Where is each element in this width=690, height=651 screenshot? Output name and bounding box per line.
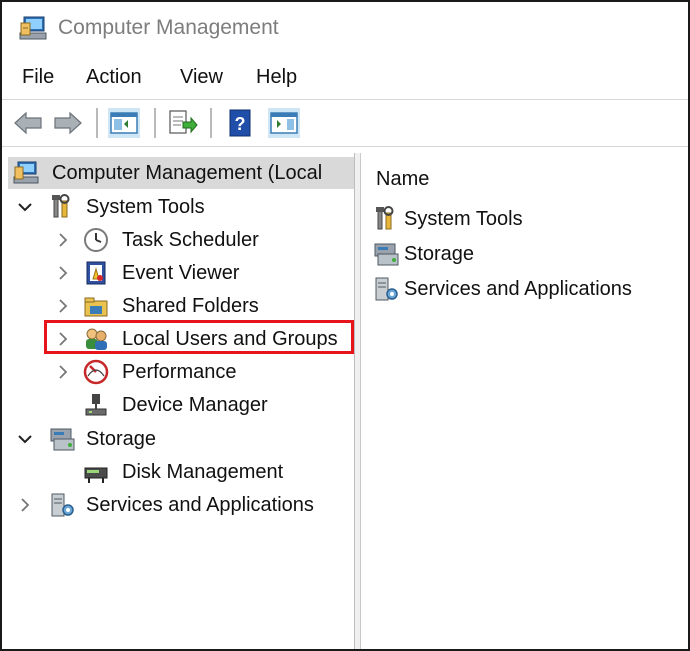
list-item-system-tools[interactable]: System Tools [372,203,682,235]
column-header-name[interactable]: Name [376,168,429,191]
tree-item-services-and-applications[interactable]: Services and Applications [2,489,354,521]
tree-item-label: Shared Folders [122,294,259,317]
tree-item-label: Services and Applications [86,493,314,516]
show-hide-action-pane-icon[interactable] [268,108,300,138]
list-item-label: Storage [404,242,475,265]
list-item-storage[interactable]: Storage [372,238,682,270]
tree-item-task-scheduler[interactable]: Task Scheduler [2,224,354,256]
results-pane: Name System Tools Storage Services and A… [362,153,688,649]
title-bar[interactable]: Computer Management [2,2,688,58]
tree-item-label: Device Manager [122,393,268,416]
show-hide-console-tree-icon[interactable] [108,108,140,138]
menu-help[interactable]: Help [256,66,297,89]
list-item-label: System Tools [404,207,523,230]
help-icon[interactable]: ? [224,108,256,138]
storage-icon [50,428,75,451]
tree-item-label: Disk Management [122,460,284,483]
menu-file[interactable]: File [22,66,54,89]
tree-root-label: Computer Management (Local [52,161,323,184]
computer-management-app-icon [19,16,47,40]
services-icon [51,493,74,517]
menu-bar: File Action View Help [2,58,688,98]
forward-arrow-icon[interactable] [52,108,84,138]
tree-item-device-manager[interactable]: Device Manager [2,389,354,421]
chevron-right-icon[interactable] [54,297,72,315]
toolbar-separator [154,108,156,138]
window-title: Computer Management [58,16,279,39]
chevron-right-icon[interactable] [16,496,34,514]
list-item-services-and-applications[interactable]: Services and Applications [372,273,682,305]
back-arrow-icon[interactable] [12,108,44,138]
toolbar-separator [96,108,98,138]
chevron-right-icon[interactable] [54,363,72,381]
disk-icon [84,467,108,483]
toolbar-separator [210,108,212,138]
tree-item-disk-management[interactable]: Disk Management [2,456,354,488]
tools-icon [376,206,394,230]
device-manager-icon [85,394,107,416]
event-viewer-icon [86,261,106,285]
tree-item-system-tools[interactable]: System Tools [2,191,354,223]
tree-item-label: Event Viewer [122,261,240,284]
chevron-down-icon[interactable] [16,430,34,448]
shared-folder-icon [84,297,108,317]
tree-item-label: Performance [122,360,237,383]
tree-item-performance[interactable]: Performance [2,356,354,388]
highlight-box-local-users-and-groups [44,320,354,354]
performance-icon [83,359,109,385]
tree-item-event-viewer[interactable]: Event Viewer [2,257,354,289]
tree-item-shared-folders[interactable]: Shared Folders [2,290,354,322]
tree-item-label: System Tools [86,195,205,218]
pane-splitter[interactable] [355,153,361,649]
services-icon [375,277,398,301]
list-item-label: Services and Applications [404,277,632,300]
svg-text:?: ? [235,114,246,134]
export-list-icon[interactable] [166,108,198,138]
tree-root-computer-management[interactable]: Computer Management (Local [8,157,354,189]
computer-management-window: Computer Management File Action View Hel… [0,0,690,651]
storage-icon [374,243,399,266]
tree-item-storage[interactable]: Storage [2,423,354,455]
chevron-right-icon[interactable] [54,231,72,249]
console-tree-pane: Computer Management (Local System Tools [2,153,355,649]
menu-view[interactable]: View [180,66,223,89]
tree-item-label: Task Scheduler [122,228,259,251]
computer-management-icon [13,161,39,184]
chevron-right-icon[interactable] [54,264,72,282]
toolbar: ? [2,99,688,147]
clock-icon [84,228,108,252]
tools-icon [52,194,70,218]
chevron-down-icon[interactable] [16,198,34,216]
menu-action[interactable]: Action [86,66,142,89]
tree-item-label: Storage [86,427,157,450]
